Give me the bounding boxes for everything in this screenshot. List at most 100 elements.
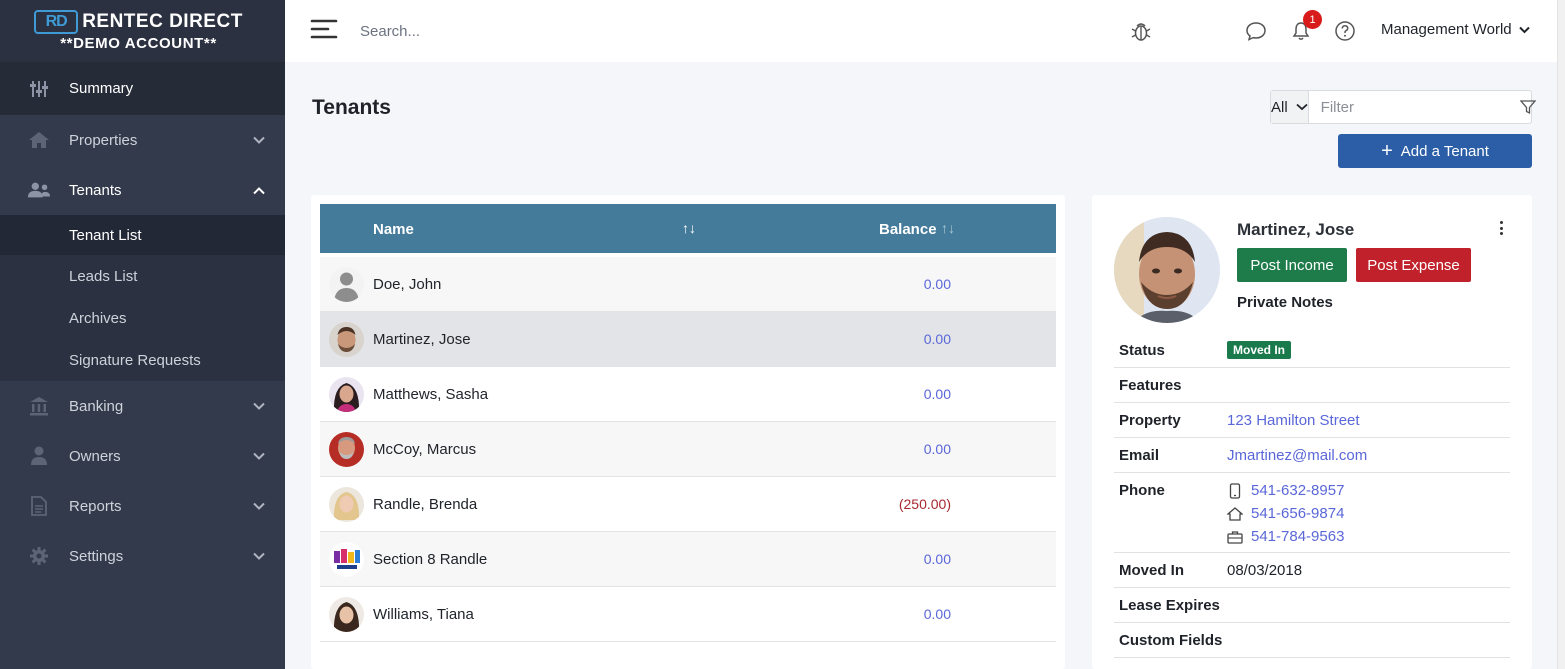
add-tenant-button[interactable]: + Add a Tenant [1338,134,1532,168]
hamburger-menu-icon[interactable] [310,18,338,40]
chevron-down-icon [253,448,265,465]
sidebar-item-properties[interactable]: Properties [0,115,285,165]
phone-number[interactable]: 541-656-9874 [1251,505,1344,522]
bug-icon[interactable] [1128,18,1154,44]
field-email: Email Jmartinez@mail.com [1114,438,1510,473]
field-lease-expires: Lease Expires [1114,588,1510,623]
table-row[interactable]: Section 8 Randle 0.00 [320,532,1056,587]
sort-icon[interactable]: ↑↓ [682,220,696,236]
table-row[interactable]: Randle, Brenda (250.00) [320,477,1056,532]
phone-number[interactable]: 541-784-9563 [1251,528,1344,545]
chevron-down-icon [253,548,265,565]
chevron-down-icon [1518,26,1530,34]
document-icon [27,496,51,516]
more-options-icon[interactable] [1495,219,1507,237]
sort-icon[interactable]: ↑↓ [941,220,955,236]
sidebar-subitem-leads-list[interactable]: Leads List [0,255,285,297]
page-scrollbar[interactable] [1557,0,1565,669]
tenant-name: Matthews, Sasha [373,386,489,403]
filter-input[interactable] [1308,91,1520,123]
logo[interactable]: RD RENTEC DIRECT **DEMO ACCOUNT** [0,0,285,62]
table-header: Name ↑↓ Balance ↑↓ [320,204,1056,253]
phone-work: 541-784-9563 [1227,525,1344,548]
sidebar-item-label: Properties [69,131,138,149]
chat-icon[interactable] [1243,18,1269,44]
chevron-down-icon [253,498,265,515]
gear-icon [27,546,51,566]
tenant-name: Doe, John [373,276,442,293]
tenant-balance: 0.00 [923,276,951,292]
tenants-submenu: Tenant List Leads List Archives Signatur… [0,215,285,381]
sliders-icon [27,79,51,99]
bank-icon [27,396,51,416]
sidebar-item-owners[interactable]: Owners [0,431,285,481]
status-badge: Moved In [1227,341,1292,359]
sidebar-item-label: Settings [69,547,124,565]
field-features: Features [1114,368,1510,403]
phone-number[interactable]: 541-632-8957 [1251,482,1344,499]
field-label: Email [1119,447,1160,464]
sidebar-subitem-archives[interactable]: Archives [0,297,285,339]
tenant-name: Williams, Tiana [373,606,474,623]
table-row[interactable]: McCoy, Marcus 0.00 [320,422,1056,477]
field-label: Phone [1119,482,1165,499]
bell-icon[interactable]: 1 [1288,10,1322,44]
top-bar: 1 Management World [285,0,1557,62]
avatar [329,597,364,632]
tenant-balance: 0.00 [923,331,951,347]
tenant-name: McCoy, Marcus [373,441,477,458]
funnel-icon[interactable] [1519,91,1536,123]
tenant-name: Martinez, Jose [373,331,471,348]
table-row[interactable]: Matthews, Sasha 0.00 [320,367,1056,422]
post-expense-button[interactable]: Post Expense [1356,248,1471,282]
sidebar-item-label: Banking [69,397,124,415]
field-label: Moved In [1119,562,1185,579]
field-label: Features [1119,377,1182,394]
sidebar-item-label: Tenants [69,181,122,199]
sidebar-item-label: Owners [69,447,121,465]
logo-mark: RD [34,10,79,34]
sidebar-item-settings[interactable]: Settings [0,531,285,581]
chevron-down-icon [1296,103,1308,111]
logo-brand-name: RENTEC DIRECT [82,11,243,32]
mobile-phone-icon [1227,482,1243,499]
home-icon [27,130,51,150]
table-row[interactable]: Williams, Tiana 0.00 [320,587,1056,642]
page-title: Tenants [312,96,391,119]
tenant-photo [1114,217,1220,323]
field-label: Lease Expires [1119,597,1220,614]
sidebar-item-tenants[interactable]: Tenants [0,165,285,215]
tenant-balance: 0.00 [923,606,951,622]
column-header-name[interactable]: Name [373,221,414,238]
private-notes-link[interactable]: Private Notes [1237,294,1333,311]
tenant-list-card: Name ↑↓ Balance ↑↓ Doe, John 0.00 Martin… [311,195,1065,669]
account-name: Management World [1381,21,1512,38]
avatar [329,487,364,522]
column-header-balance[interactable]: Balance [879,221,937,238]
sidebar-subitem-tenant-list[interactable]: Tenant List [0,215,285,255]
field-moved-in: Moved In 08/03/2018 [1114,553,1510,588]
user-icon [27,446,51,466]
property-link[interactable]: 123 Hamilton Street [1227,412,1360,429]
tenant-detail-card: Martinez, Jose Post Income Post Expense … [1092,195,1532,669]
field-value: Moved In [1227,341,1292,359]
sidebar-item-summary[interactable]: Summary [0,62,285,115]
phone-list: 541-632-8957 541-656-9874 541-784-9563 [1227,479,1344,548]
account-menu[interactable]: Management World [1381,21,1530,38]
field-status: Status Moved In [1114,333,1510,368]
tenant-balance: 0.00 [923,441,951,457]
help-icon[interactable] [1332,18,1358,44]
table-row[interactable]: Martinez, Jose 0.00 [320,312,1056,367]
sidebar-item-banking[interactable]: Banking [0,381,285,431]
filter-scope-select[interactable]: All [1271,91,1309,123]
briefcase-icon [1227,529,1243,545]
sidebar-item-label: Summary [69,80,134,97]
table-row[interactable]: Doe, John 0.00 [320,257,1056,312]
tenant-fields: Status Moved In Features Property 123 Ha… [1114,333,1510,658]
email-link[interactable]: Jmartinez@mail.com [1227,447,1367,464]
sidebar-subitem-signature-requests[interactable]: Signature Requests [0,339,285,381]
search-input[interactable] [360,18,760,44]
sidebar-item-label: Reports [69,497,122,515]
sidebar-item-reports[interactable]: Reports [0,481,285,531]
post-income-button[interactable]: Post Income [1237,248,1347,282]
